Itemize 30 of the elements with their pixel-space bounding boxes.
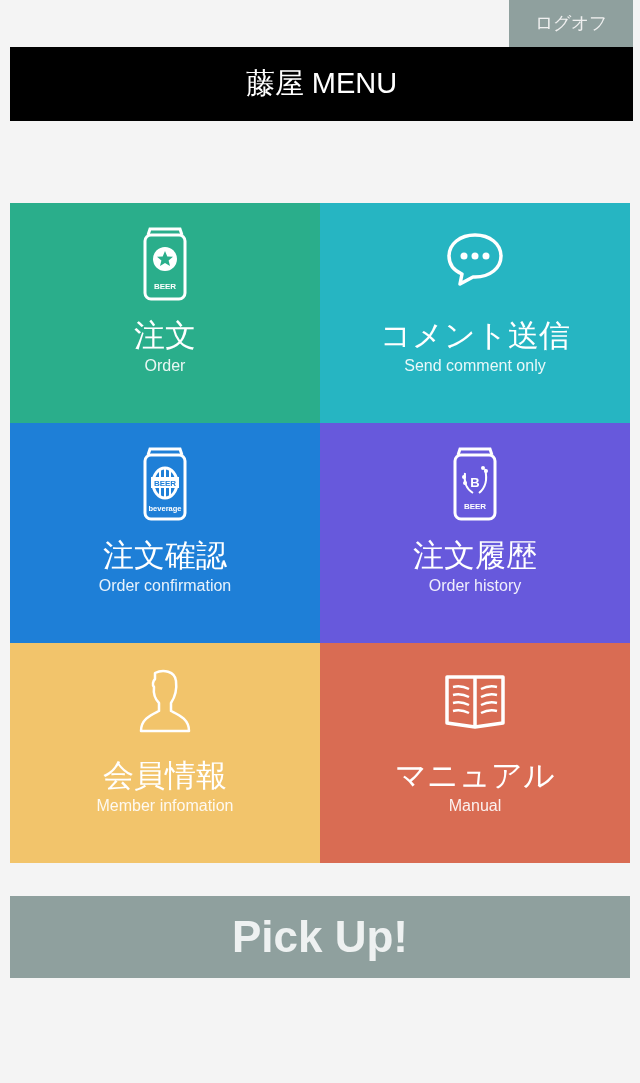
menu-tile[interactable]: コメント送信 Send comment only: [320, 203, 630, 423]
tile-subtitle: Member infomation: [96, 796, 234, 816]
pickup-button[interactable]: Pick Up!: [10, 896, 630, 978]
chat-bubble-icon: [447, 233, 503, 286]
tile-subtitle: Order: [144, 356, 186, 376]
logoff-button[interactable]: ログオフ: [509, 0, 633, 47]
menu-tile[interactable]: B BEER 注文履歴 Order history: [320, 423, 630, 643]
menu-tile[interactable]: マニュアル Manual: [320, 643, 630, 863]
icon-label: BEER: [463, 502, 487, 511]
tile-title: 注文確認: [103, 537, 227, 575]
tile-subtitle: Manual: [448, 796, 502, 816]
tile-title: コメント送信: [380, 317, 570, 355]
icon-label: BEER: [153, 478, 177, 488]
tile-title: 注文履歴: [413, 537, 537, 575]
open-book-icon: [445, 675, 505, 729]
beer-can-icon: [143, 227, 187, 301]
tile-subtitle: Order history: [428, 576, 522, 596]
tile-title: 注文: [134, 317, 196, 355]
beer-can-icon: [143, 447, 187, 521]
header-title: 藤屋 MENU: [245, 66, 398, 102]
tile-subtitle: Send comment only: [404, 356, 546, 376]
tile-subtitle: Order confirmation: [98, 576, 232, 596]
icon-label: BEER: [153, 282, 177, 291]
tile-title: マニュアル: [395, 757, 555, 795]
icon-label: B: [470, 475, 480, 490]
tile-title: 会員情報: [103, 757, 227, 795]
menu-tile[interactable]: 会員情報 Member infomation: [10, 643, 320, 863]
menu-tile[interactable]: BEER 注文 Order: [10, 203, 320, 423]
beer-can-icon: [453, 447, 497, 521]
person-icon: [139, 669, 191, 733]
